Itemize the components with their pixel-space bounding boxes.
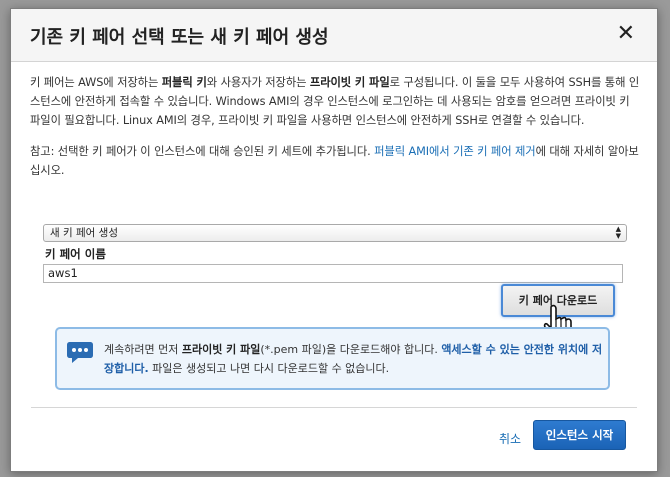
private-key-file-term: 프라이빗 키 파일 xyxy=(181,343,261,356)
select-arrows-icon: ▲ ▼ xyxy=(615,225,621,240)
public-key-term: 퍼블릭 키 xyxy=(161,76,207,89)
key-pair-name-input[interactable]: aws1 xyxy=(43,264,623,283)
footer-divider xyxy=(31,407,637,408)
dialog-header: 기존 키 페어 선택 또는 새 키 페어 생성 ✕ xyxy=(11,9,657,62)
info-alert-text: 계속하려면 먼저 프라이빗 키 파일(*.pem 파일)을 다운로드해야 합니다… xyxy=(104,340,604,378)
launch-instance-button[interactable]: 인스턴스 시작 xyxy=(533,420,626,450)
close-icon[interactable]: ✕ xyxy=(617,22,635,46)
private-key-term: 프라이빗 키 파일 xyxy=(309,76,390,89)
dialog-title: 기존 키 페어 선택 또는 새 키 페어 생성 xyxy=(30,27,329,48)
info-text: 파일은 생성되고 나면 다시 다운로드할 수 없습니다. xyxy=(148,362,390,375)
key-pair-name-label: 키 페어 이름 xyxy=(45,247,106,261)
key-pair-option-select[interactable]: 새 키 페어 생성 ▲ ▼ xyxy=(43,224,627,242)
remove-key-pair-link[interactable]: 퍼블릭 AMI에서 기존 키 페어 제거 xyxy=(374,145,536,158)
cancel-link[interactable]: 취소 xyxy=(499,430,521,447)
note-text: 참고: 선택한 키 페어가 이 인스턴스에 대해 승인된 키 세트에 추가됩니다… xyxy=(30,145,375,158)
info-alert: 계속하려면 먼저 프라이빗 키 파일(*.pem 파일)을 다운로드해야 합니다… xyxy=(55,327,610,390)
description-paragraph: 키 페어는 AWS에 저장하는 퍼블릭 키와 사용자가 저장하는 프라이빗 키 … xyxy=(30,73,642,130)
chat-bubble-icon xyxy=(67,342,93,363)
select-value: 새 키 페어 생성 xyxy=(50,227,118,239)
info-text: (*.pem 파일)을 다운로드해야 합니다. xyxy=(260,343,442,356)
note-paragraph: 참고: 선택한 키 페어가 이 인스턴스에 대해 승인된 키 세트에 추가됩니다… xyxy=(30,142,642,180)
desc-text: 키 페어는 AWS에 저장하는 xyxy=(30,76,162,89)
info-text: 계속하려면 먼저 xyxy=(104,343,182,356)
desc-text: 와 사용자가 저장하는 xyxy=(206,76,310,89)
dialog-body: 키 페어는 AWS에 저장하는 퍼블릭 키와 사용자가 저장하는 프라이빗 키 … xyxy=(30,73,642,180)
key-pair-dialog: 기존 키 페어 선택 또는 새 키 페어 생성 ✕ 키 페어는 AWS에 저장하… xyxy=(10,8,658,472)
